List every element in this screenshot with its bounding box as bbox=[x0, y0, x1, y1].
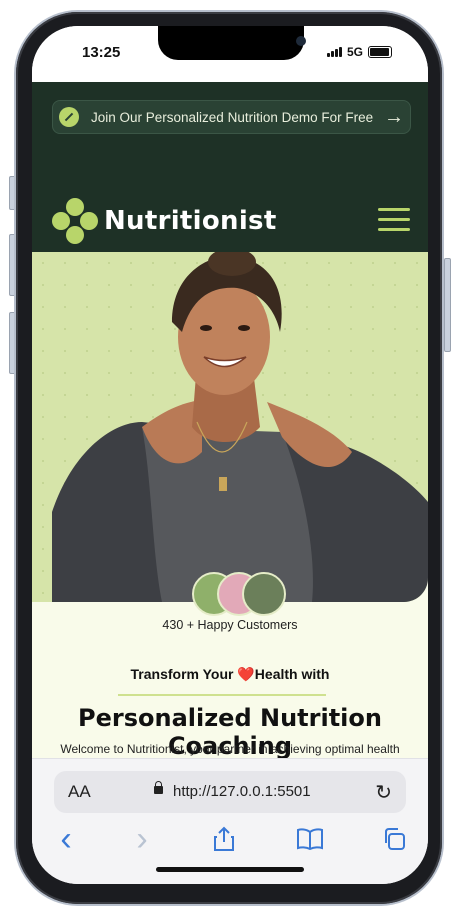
network-label: 5G bbox=[346, 45, 363, 59]
leaf-badge-icon bbox=[59, 107, 79, 127]
status-time: 13:25 bbox=[82, 44, 121, 61]
phone-screen: 13:25 5G Join Our Personalized Nutrition… bbox=[32, 26, 428, 884]
silent-switch bbox=[9, 176, 16, 210]
web-page: Join Our Personalized Nutrition Demo For… bbox=[32, 82, 428, 758]
avatar bbox=[242, 572, 286, 616]
tagline-after: Health with bbox=[254, 666, 330, 682]
lock-icon bbox=[154, 781, 163, 794]
tagline-underline bbox=[118, 694, 326, 696]
front-camera bbox=[296, 36, 306, 46]
navbar: Nutritionist bbox=[52, 198, 412, 246]
promo-banner[interactable]: Join Our Personalized Nutrition Demo For… bbox=[52, 100, 411, 134]
address-bar[interactable]: AA http://127.0.0.1:5501 ↻ bbox=[54, 771, 406, 813]
safari-bottom-bar: AA http://127.0.0.1:5501 ↻ ‹ › bbox=[32, 758, 428, 884]
status-bar: 13:25 5G bbox=[32, 26, 428, 82]
heart-icon: ❤️ bbox=[237, 666, 255, 682]
promo-text: Join Our Personalized Nutrition Demo For… bbox=[91, 109, 374, 125]
welcome-text: Welcome to Nutritionist, your partner in… bbox=[60, 742, 400, 756]
tabs-icon[interactable] bbox=[374, 819, 414, 859]
hero-tagline: Transform Your ❤️Health with bbox=[32, 666, 428, 683]
hero-image bbox=[32, 252, 428, 602]
back-icon[interactable]: ‹ bbox=[46, 819, 86, 859]
forward-icon[interactable]: › bbox=[122, 819, 162, 859]
clover-logo-icon[interactable] bbox=[52, 198, 98, 244]
url-text[interactable]: http://127.0.0.1:5501 bbox=[173, 783, 311, 800]
text-size-button[interactable]: AA bbox=[68, 782, 91, 802]
power-button bbox=[444, 258, 451, 352]
woman-portrait-illustration bbox=[52, 252, 428, 602]
dynamic-notch bbox=[158, 26, 306, 60]
safari-toolbar: ‹ › bbox=[32, 819, 428, 859]
customer-avatars bbox=[192, 572, 286, 616]
home-indicator[interactable] bbox=[156, 867, 304, 872]
arrow-right-icon: → bbox=[384, 105, 404, 128]
reload-icon[interactable]: ↻ bbox=[375, 780, 392, 805]
battery-icon bbox=[368, 46, 392, 58]
volume-down-button bbox=[9, 312, 16, 374]
volume-up-button bbox=[9, 234, 16, 296]
site-header: Join Our Personalized Nutrition Demo For… bbox=[32, 82, 428, 252]
hamburger-menu-icon[interactable] bbox=[378, 208, 410, 232]
book-icon[interactable] bbox=[290, 819, 330, 859]
status-indicators: 5G bbox=[326, 45, 392, 59]
signal-icon bbox=[326, 47, 342, 57]
tagline-before: Transform Your bbox=[130, 666, 238, 682]
brand-name[interactable]: Nutritionist bbox=[104, 206, 277, 236]
happy-customers-text: 430 + Happy Customers bbox=[162, 618, 298, 632]
share-icon[interactable] bbox=[204, 819, 244, 859]
